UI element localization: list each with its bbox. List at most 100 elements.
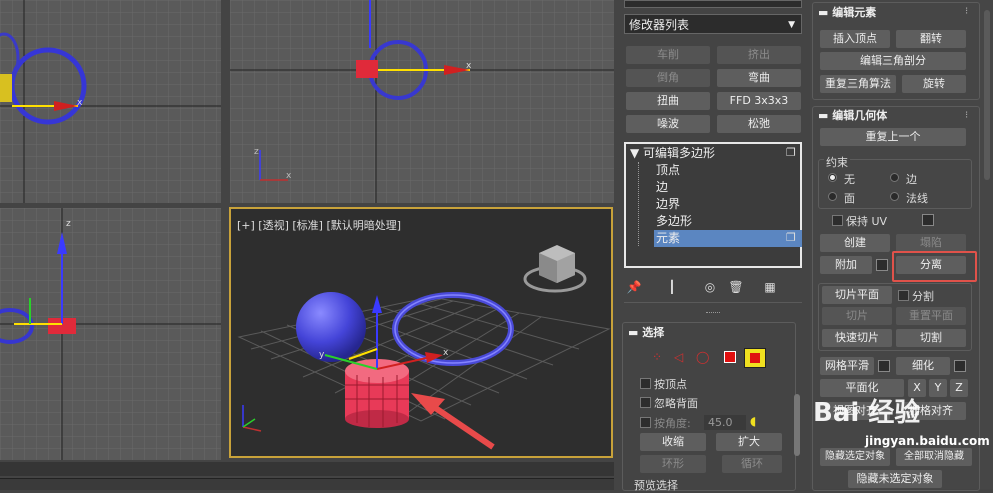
hide-selected-button[interactable]: 隐藏选定对象 [820, 448, 890, 466]
bend-button[interactable]: 弯曲 [717, 69, 801, 87]
selection-header-label: 选择 [642, 326, 665, 339]
tessellate-settings-icon[interactable] [954, 360, 966, 372]
constraint-normal-radio[interactable] [890, 192, 899, 201]
retriangulate-button[interactable]: 重复三角算法 [820, 75, 896, 93]
edge-mode-icon[interactable]: ◁ [674, 350, 683, 364]
pin-stack-icon[interactable]: 📌 [626, 278, 642, 296]
ffd-button[interactable]: FFD 3x3x3 [717, 92, 801, 110]
split-checkbox[interactable] [898, 290, 909, 301]
shrink-button[interactable]: 收缩 [640, 433, 706, 451]
collapse-button[interactable]: 塌陷 [896, 234, 966, 252]
expand-triangle-icon[interactable]: ▼ [630, 146, 643, 160]
cylinder-object [345, 359, 409, 428]
by-angle-label: 按角度: [654, 417, 691, 430]
border-mode-icon[interactable]: ◯ [696, 350, 709, 364]
collapse-icon: ▬ [628, 326, 643, 339]
split-label: 分割 [912, 290, 934, 303]
constraint-face-label: 面 [844, 192, 855, 205]
viewcube-icon [523, 245, 587, 293]
quickslice-button[interactable]: 快速切片 [822, 329, 892, 347]
ring-button[interactable]: 环形 [640, 455, 706, 473]
spinner-arrow-icon[interactable]: ◖ [750, 414, 756, 428]
remove-modifier-icon[interactable]: 🗑 [728, 278, 744, 296]
element-mode-icon[interactable] [744, 348, 766, 368]
svg-text:x: x [466, 61, 472, 71]
tessellate-button[interactable]: 细化 [896, 357, 950, 375]
hide-unselected-button[interactable]: 隐藏未选定对象 [848, 470, 942, 488]
lathe-button[interactable]: 车削 [626, 46, 710, 64]
constraint-none-label: 无 [844, 173, 855, 186]
polygon-mode-icon[interactable] [724, 351, 736, 363]
modifier-panel: 修改器列表 ▼ 车削 挤出 倒角 弯曲 扭曲 FFD 3x3x3 噪波 松弛 ▼… [618, 0, 809, 492]
edit-elements-header[interactable]: ▬ 编辑元素 [818, 4, 876, 22]
preserve-uv-settings-icon[interactable] [922, 214, 934, 226]
cut-button[interactable]: 切割 [896, 329, 966, 347]
svg-text:z: z [254, 147, 259, 157]
constraint-face-radio[interactable] [828, 192, 837, 201]
constraint-none-radio[interactable] [828, 173, 837, 182]
attach-settings-icon[interactable] [876, 259, 888, 271]
stack-item-element[interactable]: 元素 [654, 230, 802, 247]
make-unique-icon[interactable]: ◎ [702, 278, 718, 296]
panel-scrollbar[interactable] [794, 394, 800, 456]
modifier-stack[interactable]: ▼ 可编辑多边形 ❐ 顶点 边 边界 多边形 元素 ❐ [624, 142, 802, 268]
reset-plane-button[interactable]: 重置平面 [896, 307, 966, 325]
preserve-uv-label: 保持 UV [846, 215, 888, 228]
edit-panel-scrollbar[interactable] [984, 10, 990, 180]
stack-item-element-label: 元素 [656, 231, 681, 245]
viewport-top-left[interactable]: x [0, 0, 221, 203]
selection-header[interactable]: ▬ 选择 [628, 324, 664, 342]
bevel-button[interactable]: 倒角 [626, 69, 710, 87]
object-name-field[interactable] [624, 0, 802, 8]
svg-text:y: y [319, 350, 325, 360]
create-button[interactable]: 创建 [820, 234, 890, 252]
repeat-last-button[interactable]: 重复上一个 [820, 128, 966, 146]
modifier-list-dropdown[interactable]: 修改器列表 ▼ [624, 14, 802, 34]
stack-item-edge[interactable]: 边 [656, 179, 668, 196]
stack-root[interactable]: ▼ 可编辑多边形 [630, 145, 715, 162]
timeline-bar[interactable] [0, 462, 614, 476]
vertex-mode-icon[interactable]: ⁘ [652, 350, 662, 364]
show-end-result-icon[interactable]: ┃ [664, 278, 680, 296]
collapse-icon: ▬ [818, 6, 833, 19]
twist-button[interactable]: 扭曲 [626, 92, 710, 110]
meshsmooth-button[interactable]: 网格平滑 [820, 357, 874, 375]
slice-button[interactable]: 切片 [822, 307, 892, 325]
viewport-front[interactable]: x z x [230, 0, 614, 203]
angle-spinner[interactable]: 45.0 [704, 415, 746, 430]
edit-triangulation-button[interactable]: 编辑三角剖分 [820, 52, 966, 70]
attach-button[interactable]: 附加 [820, 256, 872, 274]
grow-button[interactable]: 扩大 [716, 433, 782, 451]
insert-vertex-button[interactable]: 插入顶点 [820, 30, 890, 48]
stack-item-polygon[interactable]: 多边形 [656, 213, 692, 230]
configure-sets-icon[interactable]: ▦ [762, 278, 778, 296]
extrude-button[interactable]: 挤出 [717, 46, 801, 64]
loop-button[interactable]: 循环 [722, 455, 782, 473]
relax-button[interactable]: 松弛 [717, 115, 801, 133]
svg-text:x: x [77, 98, 83, 108]
modifier-list-label: 修改器列表 [629, 18, 690, 32]
stack-toolbar: 📌 ┃ ◎ 🗑 ▦ [624, 278, 802, 298]
stack-cube-icon-selected: ❐ [786, 231, 796, 244]
by-vertex-checkbox[interactable] [640, 378, 651, 389]
stack-item-border[interactable]: 边界 [656, 196, 680, 213]
noise-button[interactable]: 噪波 [626, 115, 710, 133]
turn-button[interactable]: 旋转 [902, 75, 966, 93]
viewport-left[interactable]: z [0, 208, 221, 460]
constraint-edge-radio[interactable] [890, 173, 899, 182]
viewport-perspective[interactable]: [+] [透视] [标准] [默认明暗处理] x y [229, 207, 613, 458]
slice-plane-button[interactable]: 切片平面 [822, 286, 892, 304]
ignore-backfacing-checkbox[interactable] [640, 397, 651, 408]
constraint-edge-label: 边 [906, 173, 917, 186]
svg-text:x: x [286, 171, 292, 181]
preserve-uv-checkbox[interactable] [832, 215, 843, 226]
flip-button[interactable]: 翻转 [896, 30, 966, 48]
meshsmooth-settings-icon[interactable] [878, 360, 890, 372]
unhide-all-button[interactable]: 全部取消隐藏 [896, 448, 972, 466]
chevron-down-icon: ▼ [788, 20, 795, 30]
edit-geometry-header[interactable]: ▬ 编辑几何体 [818, 107, 887, 125]
stack-item-vertex[interactable]: 顶点 [656, 162, 680, 179]
by-angle-checkbox[interactable] [640, 417, 651, 428]
viewport-front-grid: x z x [230, 0, 614, 203]
preview-selection-label: 预览选择 [634, 479, 678, 492]
